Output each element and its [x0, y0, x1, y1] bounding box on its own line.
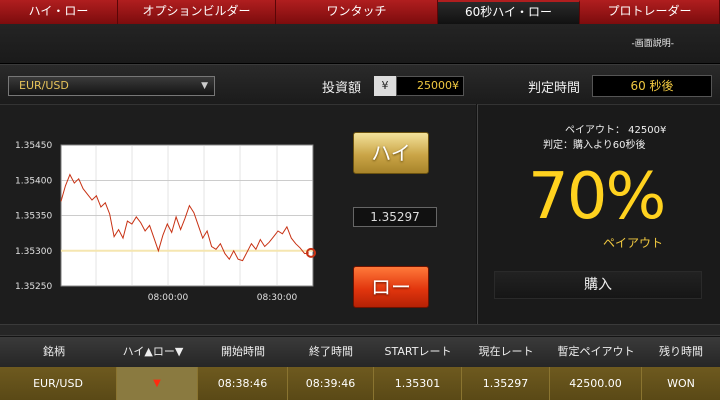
tab-60sec-high-low[interactable]: 60秒ハイ・ロー	[438, 0, 580, 24]
table-row[interactable]: EUR/USD ▼ 08:38:46 08:39:46 1.35301 1.35…	[0, 367, 720, 400]
y-tick-label: 1.35350	[15, 212, 52, 222]
cell-start-time: 08:38:46	[198, 367, 288, 400]
col-current-rate: 現在レート	[478, 345, 534, 358]
x-tick-label: 08:00:00	[148, 293, 189, 303]
col-start-time: 開始時間	[221, 345, 265, 358]
col-provisional-payout: 暫定ペイアウト	[557, 345, 635, 358]
buy-button[interactable]: 購入	[494, 271, 702, 299]
high-button[interactable]: ハイ	[353, 132, 429, 174]
low-button[interactable]: ロー	[353, 266, 429, 308]
y-tick-label: 1.35450	[15, 141, 52, 151]
judge-time-label: 判定時間	[528, 81, 581, 96]
payout-percent-caption: ペイアウト	[603, 236, 664, 250]
sub-header: -画面説明-	[0, 24, 720, 64]
judge-description: 判定：購入より60秒後	[543, 140, 646, 151]
screen-help-link[interactable]: -画面説明-	[632, 36, 675, 49]
payout-amount: ペイアウト： 42500¥	[565, 125, 667, 136]
currency-pair-select[interactable]: EUR/USD ▼	[8, 76, 215, 96]
y-tick-label: 1.35300	[15, 247, 52, 257]
cell-payout: 42500.00	[550, 367, 642, 400]
cell-start-rate: 1.35301	[374, 367, 462, 400]
table-separator	[0, 324, 720, 336]
tab-option-builder[interactable]: オプションビルダー	[118, 0, 276, 24]
col-symbol: 銘柄	[43, 345, 65, 358]
col-start-rate: STARTレート	[384, 345, 452, 358]
col-end-time: 終了時間	[309, 345, 353, 358]
rate-chart: 1.35450 1.35400 1.35350 1.35300 1.35250 08:0…	[15, 141, 316, 303]
invest-amount-field[interactable]: 25000¥	[396, 76, 464, 96]
positions-table-header: 銘柄 ハイ▲ロー▼ 開始時間 終了時間 STARTレート 現在レート 暫定ペイア…	[0, 337, 720, 367]
x-tick-label: 08:30:00	[257, 293, 298, 303]
y-tick-label: 1.35250	[15, 282, 52, 292]
cell-symbol: EUR/USD	[0, 367, 117, 400]
payout-percent: 70%	[528, 160, 666, 234]
product-tabs: ハイ・ロー オプションビルダー ワンタッチ 60秒ハイ・ロー プロトレーダー	[0, 0, 720, 24]
tab-one-touch[interactable]: ワンタッチ	[276, 0, 438, 24]
col-direction: ハイ▲ロー▼	[122, 345, 184, 358]
tab-high-low[interactable]: ハイ・ロー	[0, 0, 118, 24]
y-tick-label: 1.35400	[15, 176, 52, 186]
tab-pro-trader[interactable]: プロトレーダー	[580, 0, 720, 24]
col-remaining-time: 残り時間	[659, 345, 703, 358]
chevron-down-icon: ▼	[201, 81, 208, 91]
chart-y-ticks: 1.35450 1.35400 1.35350 1.35300 1.35250	[15, 141, 52, 292]
cell-end-time: 08:39:46	[288, 367, 374, 400]
chart-x-ticks: 08:00:00 08:30:00	[148, 293, 298, 303]
current-rate-display: 1.35297	[353, 207, 437, 227]
yen-icon: ¥	[374, 76, 396, 96]
controls-bar: EUR/USD ▼ 投資額 ¥ 25000¥ 判定時間 60 秒後	[0, 64, 720, 104]
invest-amount-label: 投資額	[322, 81, 362, 96]
judge-time-value: 60 秒後	[592, 75, 712, 97]
arrow-down-icon: ▼	[117, 367, 198, 400]
cell-current-rate: 1.35297	[462, 367, 550, 400]
cell-remaining: WON	[667, 377, 695, 390]
currency-pair-value: EUR/USD	[19, 79, 69, 92]
